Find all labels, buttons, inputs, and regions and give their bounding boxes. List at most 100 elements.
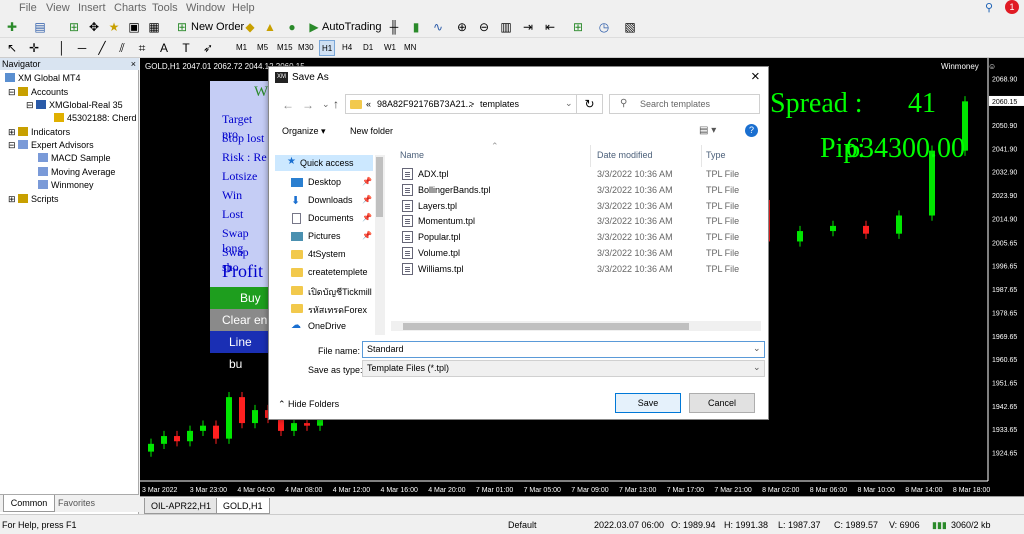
bar-chart-icon[interactable]: ╫ [386, 19, 402, 35]
channel-icon[interactable]: ⫽ [114, 40, 130, 56]
cursor-icon[interactable]: ↖ [4, 40, 20, 56]
sidebar-item-createtemplete[interactable]: createtemplete [291, 266, 383, 280]
new-folder-button[interactable]: New folder [350, 126, 393, 136]
trendline-icon[interactable]: ╱ [94, 40, 110, 56]
data-window-icon[interactable]: ✥ [86, 19, 102, 35]
menu-view[interactable]: View [46, 2, 70, 14]
path-parent[interactable]: 98A82F92176B73A21... [377, 99, 473, 109]
clear-entry-button[interactable]: Clear en [210, 309, 268, 331]
horizontal-scrollbar[interactable] [391, 321, 761, 331]
metaeditor-icon[interactable]: ◆ [242, 19, 258, 35]
cancel-button[interactable]: Cancel [689, 393, 755, 413]
new-chart-icon[interactable]: ✚ [4, 19, 20, 35]
zoom-in-icon[interactable]: ⊕ [454, 19, 470, 35]
market-watch-icon[interactable]: ⊞ [66, 19, 82, 35]
forward-icon[interactable]: → [302, 98, 314, 112]
refresh-icon[interactable]: ↻ [576, 94, 603, 114]
templates-icon[interactable]: ▧ [622, 19, 638, 35]
file-row[interactable]: Momentum.tpl 3/3/2022 10:36 AM TPL File [391, 214, 761, 229]
scroll-thumb[interactable] [376, 157, 383, 217]
candlestick-icon[interactable]: ▮ [408, 19, 424, 35]
file-row[interactable]: Volume.tpl 3/3/2022 10:36 AM TPL File [391, 246, 761, 261]
help-icon[interactable]: ? [745, 124, 758, 137]
signals-icon[interactable]: ▲ [262, 19, 278, 35]
nav-item-winmoney[interactable]: Winmoney [38, 179, 94, 191]
timeframe-mn[interactable]: MN [402, 40, 418, 56]
sidebar-item-4tsystem[interactable]: 4tSystem [291, 248, 383, 262]
file-row[interactable]: BollingerBands.tpl 3/3/2022 10:36 AM TPL F… [391, 183, 761, 198]
autoscroll-icon[interactable]: ⇥ [520, 19, 536, 35]
nav-item-server[interactable]: ⊟ XMGlobal-Real 35 [26, 99, 123, 111]
profiles-icon[interactable]: ▤ [32, 19, 48, 35]
tab-favorites[interactable]: Favorites [58, 495, 95, 511]
timeframe-h4[interactable]: H4 [340, 40, 354, 56]
chevron-down-icon[interactable]: ⌄ [753, 362, 761, 373]
periods-icon[interactable]: ◷ [596, 19, 612, 35]
file-row[interactable]: Williams.tpl 3/3/2022 10:36 AM TPL File [391, 262, 761, 277]
close-icon[interactable]: × [751, 68, 760, 85]
timeframe-h1[interactable]: H1 [319, 40, 336, 56]
menu-file[interactable]: File [19, 2, 37, 14]
address-bar[interactable]: « 98A82F92176B73A21... > templates ⌄ [345, 94, 603, 114]
crosshair-icon[interactable]: ✛ [26, 40, 42, 56]
save-button[interactable]: Save [615, 393, 681, 413]
quick-access-item[interactable]: ★ Quick access [275, 155, 373, 171]
view-options-icon[interactable]: ▤ ▾ [699, 125, 716, 136]
autotrading-icon[interactable]: ▶ [306, 19, 322, 35]
navigator-icon[interactable]: ★ [106, 19, 122, 35]
timeframe-w1[interactable]: W1 [382, 40, 398, 56]
recent-chevron-icon[interactable]: ⌄ [322, 99, 330, 110]
file-row[interactable]: Popular.tpl 3/3/2022 10:36 AM TPL File [391, 230, 761, 245]
sidebar-scrollbar[interactable] [375, 155, 385, 335]
text-label-icon[interactable]: T [178, 40, 194, 56]
nav-item-indicators[interactable]: ⊞ Indicators [8, 126, 70, 138]
new-order-icon[interactable]: ⊞ [174, 19, 190, 35]
sidebar-item-forex[interactable]: รหัสเทรดForex [291, 302, 383, 316]
menu-tools[interactable]: Tools [152, 2, 178, 14]
terminal-icon[interactable]: ▣ [126, 19, 142, 35]
nav-item-scripts[interactable]: ⊞ Scripts [8, 193, 59, 205]
column-date[interactable]: Date modified [597, 150, 653, 160]
up-icon[interactable]: ↑ [333, 97, 339, 111]
tab-oil-chart[interactable]: OIL-APR22,H1 [144, 498, 219, 514]
path-current[interactable]: templates [480, 99, 519, 109]
market-icon[interactable]: ● [284, 19, 300, 35]
notification-badge[interactable]: 1 [1005, 0, 1019, 14]
menu-insert[interactable]: Insert [78, 2, 106, 14]
sidebar-item-pictures[interactable]: Pictures 📌 [291, 230, 383, 244]
sidebar-item-documents[interactable]: Documents 📌 [291, 212, 383, 226]
hide-folders-button[interactable]: ⌃ Hide Folders [278, 399, 339, 410]
vertical-line-icon[interactable]: │ [54, 40, 70, 56]
fibonacci-icon[interactable]: ⌗ [134, 40, 150, 56]
line-buy-button[interactable]: Line bu [210, 331, 268, 371]
save-type-select[interactable]: Template Files (*.tpl) ⌄ [362, 360, 765, 377]
buy-button[interactable]: Buy [210, 287, 268, 309]
menu-charts[interactable]: Charts [114, 2, 146, 14]
nav-item-root[interactable]: XM Global MT4 [5, 72, 81, 84]
timeframe-m15[interactable]: M15 [275, 40, 295, 56]
file-row[interactable]: ADX.tpl 3/3/2022 10:36 AM TPL File [391, 167, 761, 182]
arrows-icon[interactable]: ➶ [200, 40, 216, 56]
search-icon[interactable]: ⚲ [985, 1, 993, 14]
organize-button[interactable]: Organize ▾ [282, 126, 326, 137]
nav-item-account[interactable]: 45302188: Cherd [54, 112, 137, 124]
column-name[interactable]: Name [400, 150, 424, 160]
back-icon[interactable]: ← [282, 98, 294, 112]
horizontal-line-icon[interactable]: ─ [74, 40, 90, 56]
nav-item-ma[interactable]: Moving Average [38, 166, 115, 178]
chart-shift-icon[interactable]: ⇤ [542, 19, 558, 35]
timeframe-d1[interactable]: D1 [361, 40, 375, 56]
indicators-icon[interactable]: ⊞ [570, 19, 586, 35]
nav-item-accounts[interactable]: ⊟ Accounts [8, 86, 68, 98]
sidebar-item-desktop[interactable]: Desktop 📌 [291, 176, 383, 190]
timeframe-m5[interactable]: M5 [255, 40, 270, 56]
file-name-input[interactable]: Standard ⌄ [362, 341, 765, 358]
text-icon[interactable]: A [156, 40, 172, 56]
menu-window[interactable]: Window [186, 2, 225, 14]
timeframe-m1[interactable]: M1 [234, 40, 249, 56]
sidebar-item-onedrive[interactable]: ☁ OneDrive [291, 320, 383, 334]
autotrading-button[interactable]: AutoTrading [322, 19, 382, 35]
chevron-down-icon[interactable]: ⌄ [565, 98, 573, 109]
tab-common[interactable]: Common [3, 495, 55, 512]
sidebar-item-downloads[interactable]: ⬇ Downloads 📌 [291, 194, 383, 208]
